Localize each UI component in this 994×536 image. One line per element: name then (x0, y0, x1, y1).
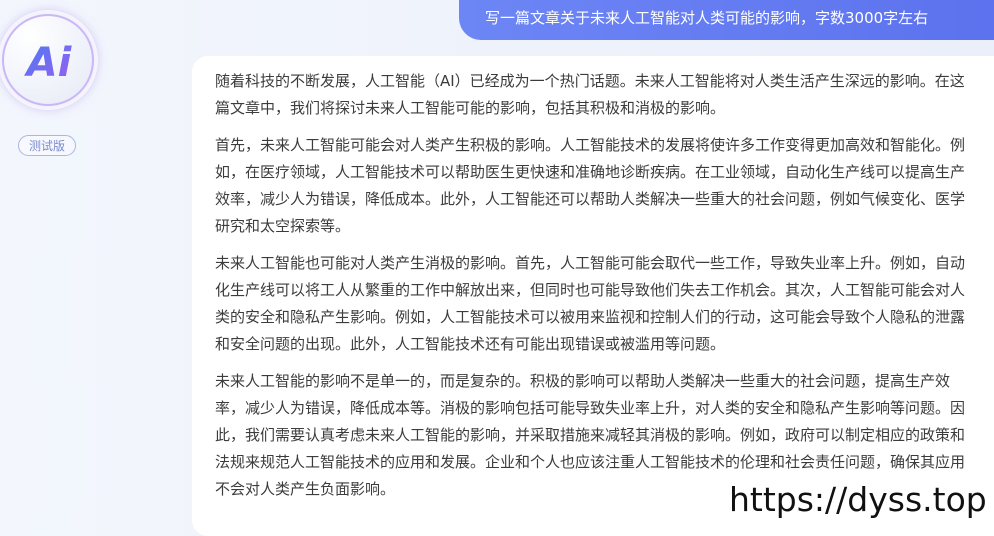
ai-logo-icon: Ai (24, 40, 73, 86)
answer-paragraph: 随着科技的不断发展，人工智能（AI）已经成为一个热门话题。未来人工智能将对人类生… (215, 72, 965, 117)
answer-paragraph: 未来人工智能也可能对人类产生消极的影响。首先，人工智能可能会取代一些工作，导致失… (215, 254, 966, 353)
ai-avatar: Ai (2, 14, 94, 106)
user-message-bubble: 写一篇文章关于未来人工智能对人类可能的影响，字数3000字左右 (459, 0, 994, 40)
sidebar: Ai 测试版 (0, 0, 170, 536)
watermark-url: https://dyss.top (729, 480, 987, 519)
answer-card: 随着科技的不断发展，人工智能（AI）已经成为一个热门话题。未来人工智能将对人类生… (192, 56, 994, 536)
version-badge: 测试版 (18, 135, 76, 156)
answer-paragraph: 首先，未来人工智能可能会对人类产生积极的影响。人工智能技术的发展将使许多工作变得… (215, 136, 966, 235)
avatar-text: Ai (24, 40, 73, 86)
